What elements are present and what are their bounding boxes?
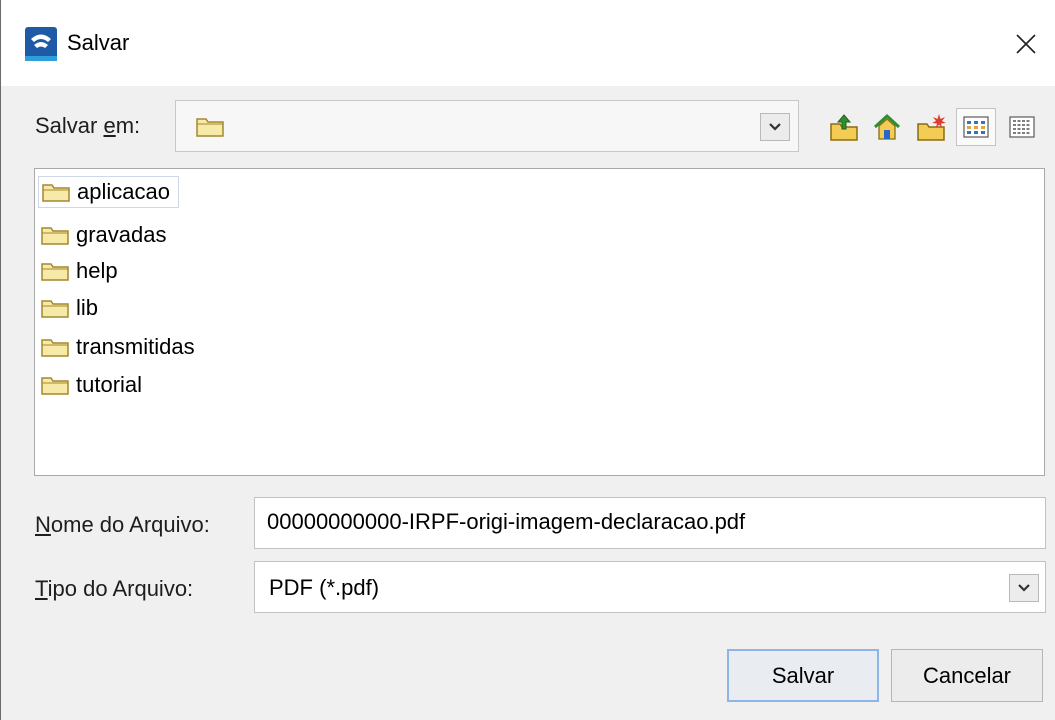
title-bar[interactable]: Salvar xyxy=(1,0,1055,86)
app-logo-icon xyxy=(25,27,57,61)
filetype-combo[interactable]: PDF (*.pdf) xyxy=(254,561,1046,613)
filetype-value: PDF (*.pdf) xyxy=(269,575,380,600)
details-view-button[interactable] xyxy=(1002,108,1042,146)
file-item-label: tutorial xyxy=(76,372,143,397)
home-button[interactable] xyxy=(867,108,907,146)
folder-icon xyxy=(42,184,70,202)
filename-input[interactable] xyxy=(255,498,1027,546)
folder-icon xyxy=(196,118,224,137)
file-item-gravadas[interactable]: gravadas xyxy=(38,219,175,251)
file-list[interactable]: aplicacao gravadas help lib transmitidas… xyxy=(34,168,1045,476)
chevron-down-icon xyxy=(769,123,781,131)
file-item-label: aplicacao xyxy=(77,179,170,204)
close-button[interactable] xyxy=(996,14,1055,74)
details-view-icon xyxy=(1009,116,1035,138)
folder-icon xyxy=(41,377,69,395)
folder-icon xyxy=(41,339,69,357)
file-item-label: gravadas xyxy=(76,222,167,247)
window-title: Salvar xyxy=(67,30,130,55)
save-in-combo[interactable] xyxy=(175,100,799,152)
save-dialog: Salvar Salvar em: aplicacao gravadas hel… xyxy=(0,0,1055,720)
save-button[interactable]: Salvar xyxy=(727,649,879,702)
filetype-label: Tipo do Arquivo: xyxy=(35,576,194,601)
file-item-lib[interactable]: lib xyxy=(38,292,106,324)
cancel-button[interactable]: Cancelar xyxy=(891,649,1043,702)
filename-label: Nome do Arquivo: xyxy=(35,512,210,537)
home-icon xyxy=(873,113,901,140)
file-item-help[interactable]: help xyxy=(38,255,126,287)
filetype-dropdown-button[interactable] xyxy=(1009,574,1039,602)
close-icon xyxy=(1016,34,1036,54)
save-in-dropdown-button[interactable] xyxy=(760,113,790,141)
folder-icon xyxy=(41,263,69,281)
save-in-label: Salvar em: xyxy=(35,113,141,138)
file-item-tutorial[interactable]: tutorial xyxy=(38,369,150,401)
up-one-level-icon xyxy=(830,114,858,141)
file-item-transmitidas[interactable]: transmitidas xyxy=(38,331,203,363)
folder-icon xyxy=(41,227,69,245)
file-item-label: lib xyxy=(76,295,99,320)
filename-field[interactable] xyxy=(254,497,1046,549)
new-folder-button[interactable] xyxy=(911,108,951,146)
folder-icon xyxy=(41,300,69,318)
up-one-level-button[interactable] xyxy=(824,108,864,146)
new-folder-icon xyxy=(917,114,946,141)
file-item-label: transmitidas xyxy=(76,334,195,359)
file-item-aplicacao[interactable]: aplicacao xyxy=(38,176,179,208)
list-view-icon xyxy=(963,116,989,138)
chevron-down-icon xyxy=(1018,584,1030,592)
file-item-label: help xyxy=(76,258,118,283)
list-view-button[interactable] xyxy=(956,108,996,146)
